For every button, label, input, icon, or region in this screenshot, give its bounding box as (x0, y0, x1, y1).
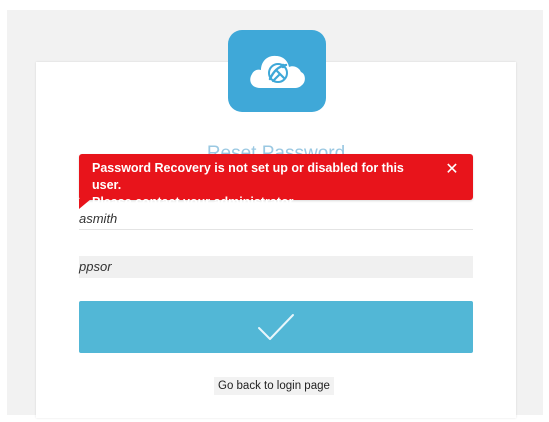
alert-line-1: Password Recovery is not set up or disab… (92, 161, 404, 192)
recovery-code-field[interactable]: ppsor (79, 256, 473, 278)
error-alert: Password Recovery is not set up or disab… (79, 154, 473, 209)
checkmark-icon (258, 314, 294, 340)
reset-card (36, 62, 516, 418)
close-icon[interactable]: ✕ (445, 162, 459, 178)
submit-button[interactable] (79, 301, 473, 353)
alert-message: Password Recovery is not set up or disab… (92, 160, 432, 211)
cloud-logo-icon (250, 55, 305, 88)
back-to-login-link[interactable]: Go back to login page (214, 377, 334, 395)
app-logo (228, 30, 326, 112)
username-field[interactable]: asmith (79, 208, 473, 230)
